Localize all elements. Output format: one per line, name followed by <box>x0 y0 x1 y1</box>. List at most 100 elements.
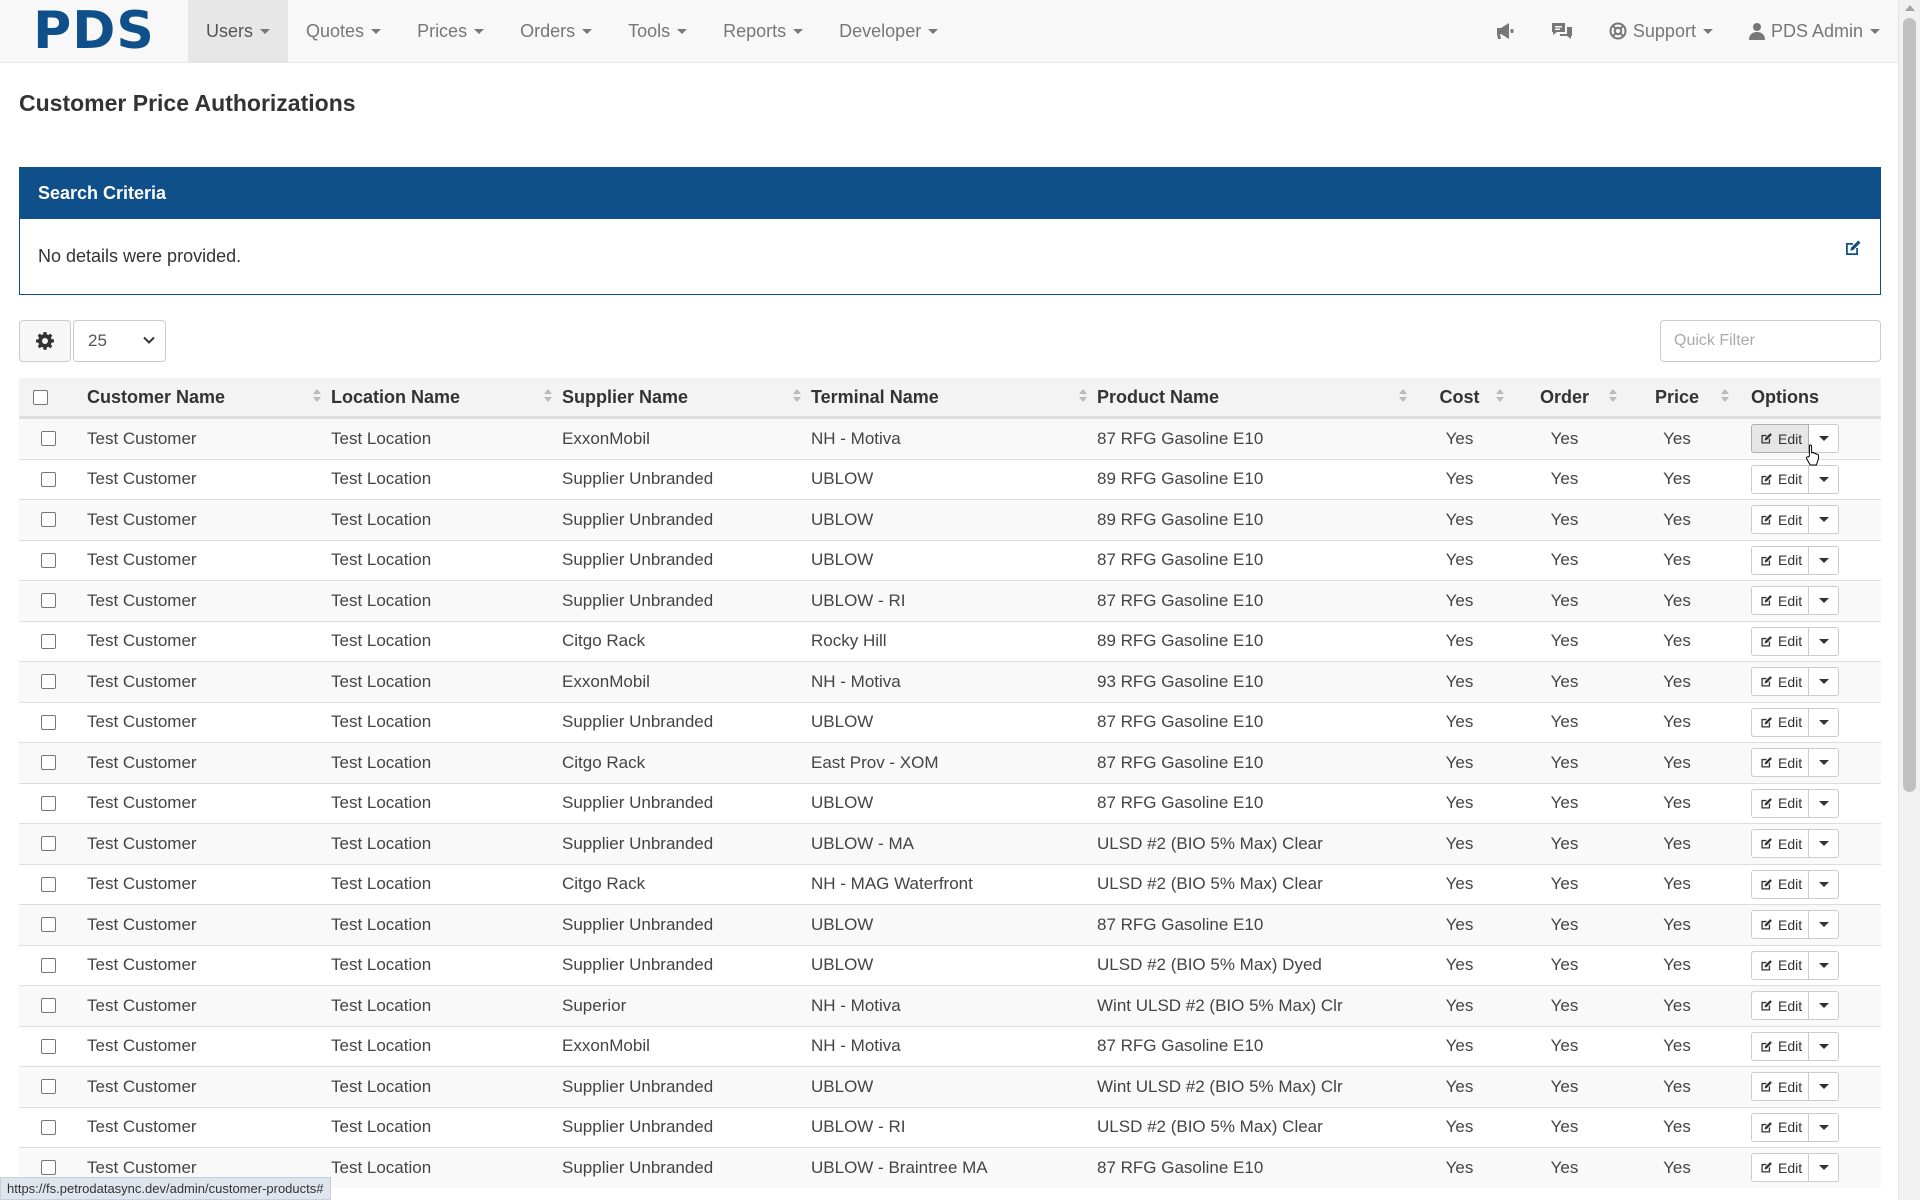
edit-dropdown-toggle[interactable] <box>1809 505 1840 535</box>
row-checkbox[interactable] <box>41 1160 56 1176</box>
edit-button[interactable]: Edit <box>1751 748 1810 778</box>
edit-dropdown-toggle[interactable] <box>1809 748 1840 778</box>
col-customer-name[interactable]: Customer Name <box>87 387 331 408</box>
row-checkbox[interactable] <box>41 552 56 568</box>
col-cost[interactable]: Cost <box>1417 387 1514 408</box>
table-row[interactable]: Test Customer Test Location Citgo Rack East… <box>19 742 1881 783</box>
row-checkbox[interactable] <box>41 633 56 649</box>
row-checkbox[interactable] <box>41 431 56 447</box>
row-checkbox[interactable] <box>41 714 56 730</box>
edit-dropdown-toggle[interactable] <box>1809 545 1840 575</box>
table-row[interactable]: Test Customer Test Location Supplier Unbra… <box>19 904 1881 945</box>
row-checkbox[interactable] <box>41 512 56 528</box>
table-row[interactable]: Test Customer Test Location Supplier Unbra… <box>19 944 1881 986</box>
table-row[interactable]: Test Customer Test Location Supplier Unbra… <box>19 823 1881 864</box>
row-checkbox[interactable] <box>41 1119 56 1135</box>
table-row[interactable]: Test Customer Test Location ExxonMobil NH -… <box>19 661 1881 702</box>
row-checkbox[interactable] <box>41 998 56 1014</box>
edit-button[interactable]: Edit <box>1751 545 1810 575</box>
table-row[interactable]: Test Customer Test Location Supplier Unbra… <box>19 782 1881 824</box>
select-all-checkbox[interactable] <box>33 389 48 405</box>
support-menu[interactable]: Support <box>1591 0 1731 62</box>
table-row[interactable]: Test Customer Test Location Supplier Unbra… <box>19 458 1881 500</box>
edit-dropdown-toggle[interactable] <box>1809 910 1840 940</box>
row-checkbox[interactable] <box>41 957 56 973</box>
grid-settings-button[interactable] <box>19 320 71 362</box>
nav-users[interactable]: Users <box>188 0 289 62</box>
edit-button[interactable]: Edit <box>1751 464 1810 494</box>
edit-button[interactable]: Edit <box>1751 991 1810 1021</box>
edit-dropdown-toggle[interactable] <box>1809 667 1840 697</box>
nav-developer[interactable]: Developer <box>821 0 956 62</box>
table-row[interactable]: Test Customer Test Location Supplier Unbra… <box>19 1106 1881 1148</box>
table-row[interactable]: Test Customer Test Location Supplier Unbra… <box>19 580 1881 621</box>
table-row[interactable]: Test Customer Test Location Supplier Unbra… <box>19 1066 1881 1107</box>
table-row[interactable]: Test Customer Test Location Supplier Unbra… <box>19 701 1881 743</box>
row-checkbox[interactable] <box>41 1079 56 1095</box>
row-checkbox[interactable] <box>41 471 56 487</box>
row-checkbox[interactable] <box>41 917 56 933</box>
table-row[interactable]: Test Customer Test Location Citgo Rack Rock… <box>19 620 1881 662</box>
user-menu[interactable]: PDS Admin <box>1731 0 1898 62</box>
brand-logo[interactable]: PDS <box>0 0 188 62</box>
col-order[interactable]: Order <box>1514 387 1627 408</box>
edit-dropdown-toggle[interactable] <box>1809 1072 1840 1102</box>
col-product-name[interactable]: Product Name <box>1097 387 1417 408</box>
row-checkbox[interactable] <box>41 593 56 609</box>
row-checkbox[interactable] <box>41 755 56 771</box>
edit-button[interactable]: Edit <box>1751 788 1810 818</box>
table-row[interactable]: Test Customer Test Location Citgo Rack NH -… <box>19 863 1881 905</box>
edit-button[interactable]: Edit <box>1751 707 1810 737</box>
col-terminal-name[interactable]: Terminal Name <box>811 387 1097 408</box>
edit-button[interactable]: Edit <box>1751 1112 1810 1142</box>
edit-button[interactable]: Edit <box>1751 869 1810 899</box>
edit-button[interactable]: Edit <box>1751 1153 1810 1183</box>
nav-tools[interactable]: Tools <box>610 0 705 62</box>
edit-button[interactable]: Edit <box>1751 1072 1810 1102</box>
edit-dropdown-toggle[interactable] <box>1809 950 1840 980</box>
edit-button[interactable]: Edit <box>1751 424 1810 454</box>
row-checkbox[interactable] <box>41 795 56 811</box>
row-checkbox[interactable] <box>41 1038 56 1054</box>
edit-criteria-icon[interactable] <box>1844 239 1862 262</box>
row-checkbox[interactable] <box>41 674 56 690</box>
edit-dropdown-toggle[interactable] <box>1809 1031 1840 1061</box>
row-checkbox[interactable] <box>41 836 56 852</box>
edit-dropdown-toggle[interactable] <box>1809 1153 1840 1183</box>
edit-dropdown-toggle[interactable] <box>1809 586 1840 616</box>
edit-button[interactable]: Edit <box>1751 667 1810 697</box>
col-location-name[interactable]: Location Name <box>331 387 562 408</box>
messages-button[interactable] <box>1533 0 1591 62</box>
edit-button[interactable]: Edit <box>1751 950 1810 980</box>
edit-button[interactable]: Edit <box>1751 626 1810 656</box>
nav-orders[interactable]: Orders <box>502 0 610 62</box>
nav-reports[interactable]: Reports <box>705 0 821 62</box>
edit-dropdown-toggle[interactable] <box>1809 869 1840 899</box>
table-row[interactable]: Test Customer Test Location Supplier Unbra… <box>19 539 1881 581</box>
edit-button[interactable]: Edit <box>1751 505 1810 535</box>
scroll-up-arrow-icon[interactable] <box>1905 5 1915 11</box>
table-row[interactable]: Test Customer Test Location Superior NH - M… <box>19 985 1881 1026</box>
row-checkbox[interactable] <box>41 876 56 892</box>
edit-button[interactable]: Edit <box>1751 829 1810 859</box>
edit-dropdown-toggle[interactable] <box>1809 991 1840 1021</box>
table-row[interactable]: Test Customer Test Location ExxonMobil NH -… <box>19 1025 1881 1067</box>
edit-dropdown-toggle[interactable] <box>1809 464 1840 494</box>
nav-prices[interactable]: Prices <box>399 0 502 62</box>
page-size-select[interactable]: 25 <box>73 320 166 362</box>
scrollbar-thumb[interactable] <box>1903 18 1916 792</box>
quick-filter-input[interactable] <box>1660 320 1881 362</box>
edit-dropdown-toggle[interactable] <box>1809 707 1840 737</box>
announcements-button[interactable] <box>1477 0 1533 62</box>
nav-quotes[interactable]: Quotes <box>288 0 399 62</box>
edit-dropdown-toggle[interactable] <box>1809 829 1840 859</box>
col-price[interactable]: Price <box>1627 387 1739 408</box>
edit-dropdown-toggle[interactable] <box>1809 788 1840 818</box>
edit-dropdown-toggle[interactable] <box>1809 1112 1840 1142</box>
col-supplier-name[interactable]: Supplier Name <box>562 387 811 408</box>
edit-button[interactable]: Edit <box>1751 586 1810 616</box>
table-row[interactable]: Test Customer Test Location ExxonMobil NH -… <box>19 418 1881 459</box>
edit-button[interactable]: Edit <box>1751 910 1810 940</box>
page-scrollbar[interactable] <box>1898 0 1920 1200</box>
edit-button[interactable]: Edit <box>1751 1031 1810 1061</box>
